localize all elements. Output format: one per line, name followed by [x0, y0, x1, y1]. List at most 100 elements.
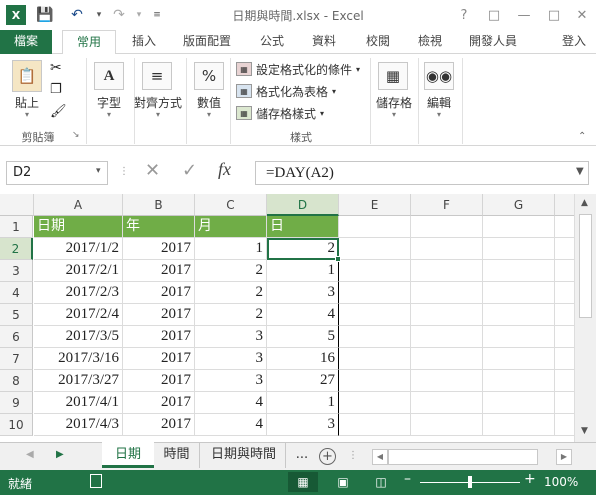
cell[interactable]: 4 [267, 304, 339, 326]
format-as-table-button[interactable]: ▦ 格式化為表格 ▾ [236, 81, 336, 101]
cell[interactable] [483, 238, 555, 260]
cell[interactable]: 1 [195, 238, 267, 260]
column-header-b[interactable]: B [123, 194, 195, 216]
row-header[interactable]: 6 [0, 326, 33, 348]
format-painter-icon[interactable]: 🖌 [50, 104, 67, 119]
ribbon-display-options-icon[interactable]: □ [482, 4, 506, 26]
paste-dropdown-icon[interactable]: ▾ [8, 110, 46, 119]
column-header-g[interactable]: G [483, 194, 555, 216]
tab-page-layout[interactable]: 版面配置 [174, 30, 240, 54]
tab-formulas[interactable]: 公式 [250, 30, 294, 54]
worksheet-grid[interactable]: A B C D E F G 1 日期年月日 2 2017/1/2 2017 1 2 3 2017… [0, 194, 574, 442]
tab-developer[interactable]: 開發人員 [460, 30, 526, 54]
cell[interactable] [483, 216, 555, 238]
column-header-e[interactable]: E [339, 194, 411, 216]
cell[interactable] [483, 282, 555, 304]
cell[interactable] [555, 392, 574, 414]
scroll-thumb[interactable] [579, 214, 592, 318]
cell[interactable]: 2017/2/1 [34, 260, 123, 282]
editing-button-label[interactable]: 編輯 [418, 94, 460, 111]
cell[interactable]: 2017/3/5 [34, 326, 123, 348]
sheet-tab-date-and-time[interactable]: 日期與時間 [202, 442, 286, 468]
clipboard-launcher-icon[interactable]: ↘ [72, 130, 80, 140]
scroll-sheets-left-icon[interactable]: ◀ [26, 449, 34, 460]
cell[interactable] [339, 216, 411, 238]
cell[interactable]: 27 [267, 370, 339, 392]
sheet-tab-date[interactable]: 日期 [102, 442, 154, 468]
fill-handle[interactable] [335, 256, 341, 262]
cell[interactable]: 2017/3/27 [34, 370, 123, 392]
cell[interactable]: 2017 [123, 304, 195, 326]
cell[interactable] [411, 348, 483, 370]
tab-split-handle-icon[interactable]: ⋮ [348, 450, 358, 461]
header-cell[interactable]: 年 [123, 216, 195, 238]
header-cell[interactable]: 日期 [34, 216, 123, 238]
cell[interactable] [339, 392, 411, 414]
expand-formula-bar-icon[interactable]: ▼ [576, 166, 584, 177]
cell[interactable]: 2017 [123, 260, 195, 282]
tab-insert[interactable]: 插入 [122, 30, 166, 54]
cell[interactable] [411, 216, 483, 238]
cell[interactable]: 1 [267, 392, 339, 414]
cell[interactable] [483, 260, 555, 282]
cells-button-label[interactable]: 儲存格 [372, 94, 416, 111]
scroll-sheets-right-icon[interactable]: ▶ [56, 449, 64, 460]
cell[interactable]: 2 [195, 260, 267, 282]
header-cell[interactable]: 月 [195, 216, 267, 238]
cell[interactable] [411, 414, 483, 436]
column-header-a[interactable]: A [34, 194, 123, 216]
row-header[interactable]: 2 [0, 238, 33, 260]
selected-cell[interactable]: 2 [267, 238, 339, 260]
number-dropdown-icon[interactable]: ▾ [188, 110, 230, 119]
select-all-corner[interactable] [0, 194, 34, 216]
row-header[interactable]: 4 [0, 282, 33, 304]
cell[interactable]: 3 [195, 348, 267, 370]
row-header[interactable]: 8 [0, 370, 33, 392]
cell[interactable] [339, 260, 411, 282]
close-button[interactable]: ✕ [570, 4, 594, 26]
percent-icon[interactable]: % [194, 62, 224, 90]
tab-home[interactable]: 常用 [62, 30, 116, 55]
cell[interactable]: 1 [267, 260, 339, 282]
editing-dropdown-icon[interactable]: ▾ [418, 110, 460, 119]
cell[interactable] [555, 370, 574, 392]
cell[interactable] [483, 326, 555, 348]
cell[interactable] [555, 260, 574, 282]
cell[interactable]: 4 [195, 414, 267, 436]
cell[interactable]: 2017/2/3 [34, 282, 123, 304]
font-dropdown-icon[interactable]: ▾ [88, 110, 130, 119]
paste-button-label[interactable]: 貼上 [8, 94, 46, 111]
sheet-tab-time[interactable]: 時間 [154, 442, 200, 468]
cell[interactable]: 5 [267, 326, 339, 348]
cell[interactable] [555, 238, 574, 260]
cell[interactable] [339, 238, 411, 260]
cell[interactable]: 3 [195, 370, 267, 392]
cell[interactable]: 2 [195, 304, 267, 326]
zoom-slider-thumb[interactable] [468, 476, 472, 488]
cell[interactable] [555, 348, 574, 370]
conditional-formatting-button[interactable]: ▦ 設定格式化的條件 ▾ [236, 59, 360, 79]
cancel-icon[interactable]: ✕ [145, 160, 160, 181]
cell[interactable] [555, 414, 574, 436]
tab-data[interactable]: 資料 [302, 30, 346, 54]
cell[interactable] [339, 414, 411, 436]
cell[interactable]: 2 [195, 282, 267, 304]
cell[interactable]: 2017 [123, 392, 195, 414]
name-box-dropdown-icon[interactable]: ▾ [96, 166, 101, 176]
cell[interactable] [411, 238, 483, 260]
row-header[interactable]: 3 [0, 260, 33, 282]
cell[interactable] [411, 260, 483, 282]
cell[interactable]: 2017/1/2 [34, 238, 123, 260]
paste-icon[interactable]: 📋 [12, 60, 42, 92]
cell[interactable] [339, 370, 411, 392]
column-header-f[interactable]: F [411, 194, 483, 216]
cell[interactable] [483, 370, 555, 392]
cell[interactable]: 4 [195, 392, 267, 414]
cut-icon[interactable]: ✂ [50, 60, 62, 76]
cells-dropdown-icon[interactable]: ▾ [372, 110, 416, 119]
help-button[interactable]: ? [452, 4, 476, 26]
cell[interactable] [339, 304, 411, 326]
cell[interactable]: 2017/4/1 [34, 392, 123, 414]
horizontal-scroll-thumb[interactable] [388, 449, 538, 465]
zoom-out-icon[interactable]: – [404, 471, 411, 487]
